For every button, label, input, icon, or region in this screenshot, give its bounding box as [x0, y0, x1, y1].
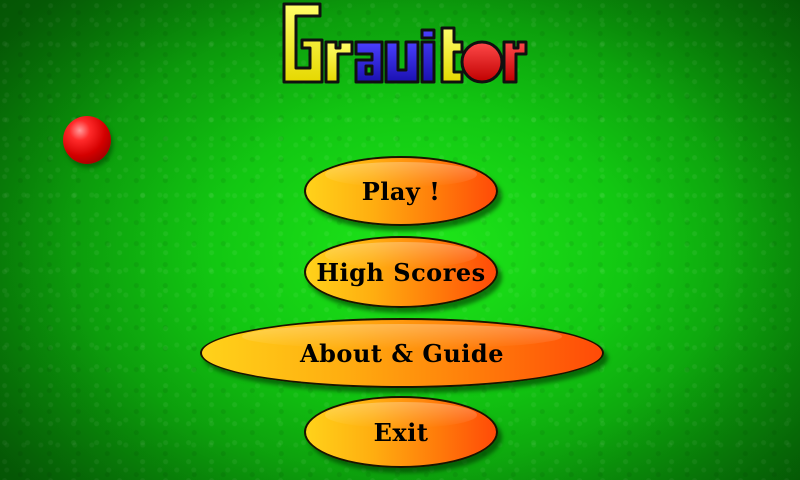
exit-button[interactable]: Exit — [304, 396, 498, 468]
exit-button-label: Exit — [373, 417, 429, 447]
play-button[interactable]: Play ! — [304, 156, 498, 226]
gravitor-logo — [282, 2, 528, 84]
logo-letter-g — [282, 2, 324, 84]
high-scores-button-label: High Scores — [316, 257, 486, 287]
high-scores-button[interactable]: High Scores — [304, 236, 498, 308]
logo-letter-o — [460, 40, 504, 84]
about-guide-button[interactable]: About & Guide — [200, 318, 604, 388]
logo-letter-v — [384, 40, 420, 84]
play-button-label: Play ! — [361, 176, 441, 206]
logo-letter-i — [420, 28, 436, 84]
ball-sprite — [63, 116, 111, 164]
logo-letter-a — [354, 40, 384, 84]
main-menu-screen: Play ! High Scores About & Guide Exit — [0, 0, 800, 480]
logo-letter-t — [440, 26, 464, 84]
logo-letter-r2 — [502, 40, 528, 84]
logo-letter-r — [324, 40, 354, 84]
about-guide-button-label: About & Guide — [300, 338, 504, 368]
